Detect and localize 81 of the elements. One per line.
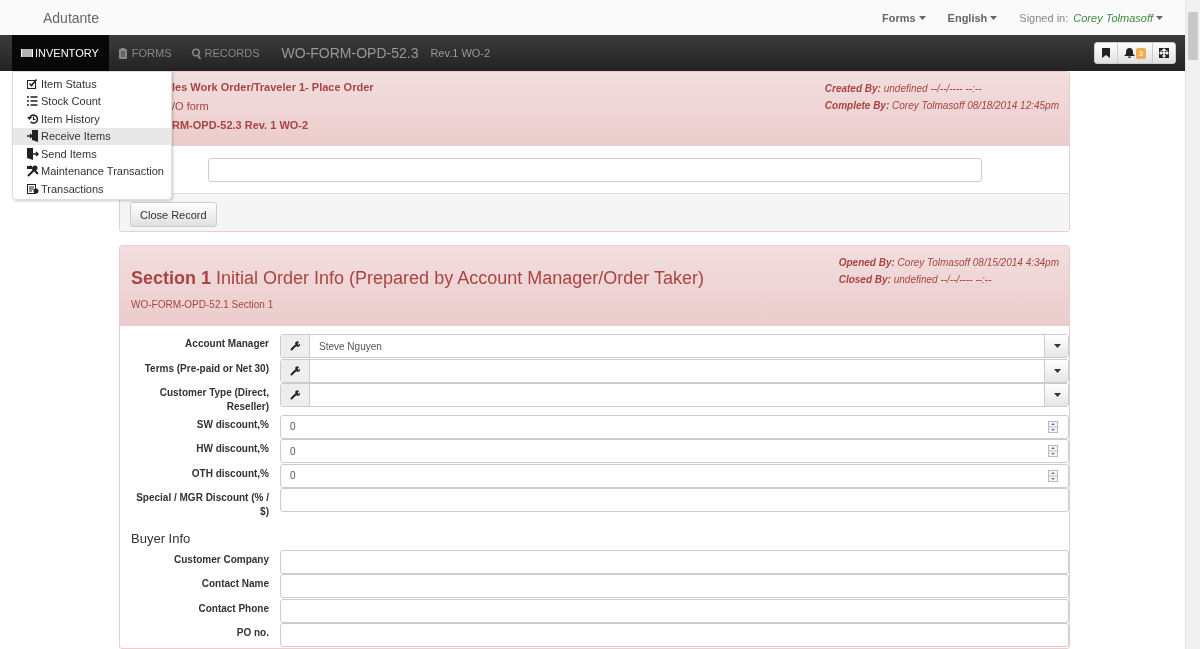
- revision-label: Rev.1 WO-2: [430, 47, 491, 59]
- text-field[interactable]: [280, 623, 1069, 647]
- search-icon: [190, 47, 203, 59]
- field-label: OTH discount,%: [190, 466, 270, 481]
- meta-text: Closed By: undefined --/--/---- --:--: [838, 273, 993, 287]
- wrench-icon: [290, 390, 300, 400]
- user-menu[interactable]: Signed in: Corey Tolmasoff: [1019, 11, 1163, 24]
- nav-tab[interactable]: RECORDS: [181, 35, 270, 71]
- tools-icon: [27, 165, 39, 178]
- meta-text: Complete By: Corey Tolmasoff 08/18/2014 12:45pm: [824, 99, 1059, 113]
- receipt-icon: [27, 182, 39, 195]
- bookmark-icon: [1101, 48, 1110, 58]
- caret-icon: [1053, 344, 1061, 348]
- field-value: Steve Nguyen: [318, 340, 383, 352]
- spinner-icon: [1048, 420, 1058, 433]
- caret-icon: [918, 15, 926, 20]
- bell-icon: [1123, 48, 1135, 58]
- field-label: Account Manager: [184, 337, 270, 351]
- nav-tab[interactable]: INVENTORY: [12, 35, 109, 71]
- field-label: Customer Company: [173, 552, 270, 567]
- spinner-icon: [1048, 469, 1058, 482]
- fullscreen-button[interactable]: [1152, 42, 1176, 64]
- wrench-icon: [290, 365, 300, 376]
- subsection-heading: Buyer Info: [130, 529, 192, 548]
- nav-tab[interactable]: FORMS: [108, 35, 182, 71]
- field-label: Special / MGR Discount (% / $): [135, 491, 270, 519]
- form-code: WO-FORM-OPD-52.3: [281, 45, 419, 61]
- scrollbar-thumb[interactable]: [1188, 12, 1198, 60]
- text-field[interactable]: [280, 574, 1069, 598]
- number-field[interactable]: 0: [280, 439, 1069, 463]
- menu-item[interactable]: Transactions: [13, 180, 171, 198]
- menu-item[interactable]: Stock Count: [13, 92, 171, 110]
- scrollbar[interactable]: [1185, 0, 1200, 649]
- record-subtitle: /O form: [172, 100, 210, 112]
- spinner-icon: [1048, 445, 1058, 457]
- checkbox-icon: [27, 77, 39, 90]
- section-code: WO-FORM-OPD-52.1 Section 1: [131, 299, 275, 310]
- list-icon: [27, 95, 39, 108]
- brand-name[interactable]: Adutante: [43, 9, 100, 26]
- expand-icon: [1159, 48, 1169, 58]
- field-label: HW discount,%: [195, 442, 270, 456]
- count-badge: 3: [1135, 47, 1146, 59]
- text-field[interactable]: [280, 549, 1069, 574]
- menu-item[interactable]: Maintenance Transaction: [13, 162, 171, 180]
- meta-text: Created By: undefined --/--/---- --:--: [824, 82, 983, 96]
- number-field[interactable]: 0: [280, 463, 1069, 488]
- number-field[interactable]: 0: [280, 414, 1069, 439]
- field-label: Contact Phone: [197, 601, 270, 616]
- caret-icon: [990, 15, 998, 20]
- record-title: les Work Order/Traveler 1- Place Order: [172, 81, 374, 93]
- nav-dropdown[interactable]: English: [947, 11, 998, 24]
- field-label: Customer Type (Direct, Reseller): [158, 386, 270, 414]
- door-arrow-icon: [27, 147, 39, 160]
- text-field[interactable]: [280, 598, 1069, 623]
- select-field[interactable]: Steve Nguyen: [280, 334, 1069, 358]
- menu-item[interactable]: Receive Items: [13, 127, 171, 145]
- select-field[interactable]: [280, 358, 1069, 383]
- clipboard-icon: [117, 47, 130, 59]
- close-record-button[interactable]: Close Record: [130, 202, 217, 227]
- field-label: PO no.: [235, 626, 270, 640]
- caret-icon: [1156, 15, 1163, 20]
- input-field[interactable]: [208, 157, 982, 182]
- wrench-icon: [290, 341, 300, 351]
- field-label: SW discount,%: [195, 417, 270, 432]
- text-field[interactable]: [280, 488, 1069, 512]
- history-icon: [27, 112, 39, 125]
- select-field[interactable]: [280, 383, 1069, 407]
- barcode-icon: [21, 47, 33, 59]
- door-arrow-icon: [27, 130, 39, 143]
- field-label: Contact Name: [200, 577, 270, 591]
- caret-icon: [1053, 368, 1061, 373]
- nav-dropdown[interactable]: Forms: [881, 11, 926, 24]
- menu-item[interactable]: Item History: [13, 110, 171, 128]
- menu-item[interactable]: Send Items: [13, 145, 171, 163]
- caret-icon: [1053, 393, 1061, 397]
- meta-text: Opened By: Corey Tolmasoff 08/15/2014 4:34pm: [838, 256, 1059, 270]
- bookmark-button[interactable]: [1093, 42, 1118, 64]
- menu-item[interactable]: Item Status: [13, 75, 171, 93]
- record-code: RM-OPD-52.3 Rev. 1 WO-2: [172, 119, 310, 131]
- section-title: Section 1 Initial Order Info (Prepared by Account Manager/Order Taker): [131, 268, 704, 289]
- field-label: Terms (Pre-paid or Net 30): [143, 361, 270, 376]
